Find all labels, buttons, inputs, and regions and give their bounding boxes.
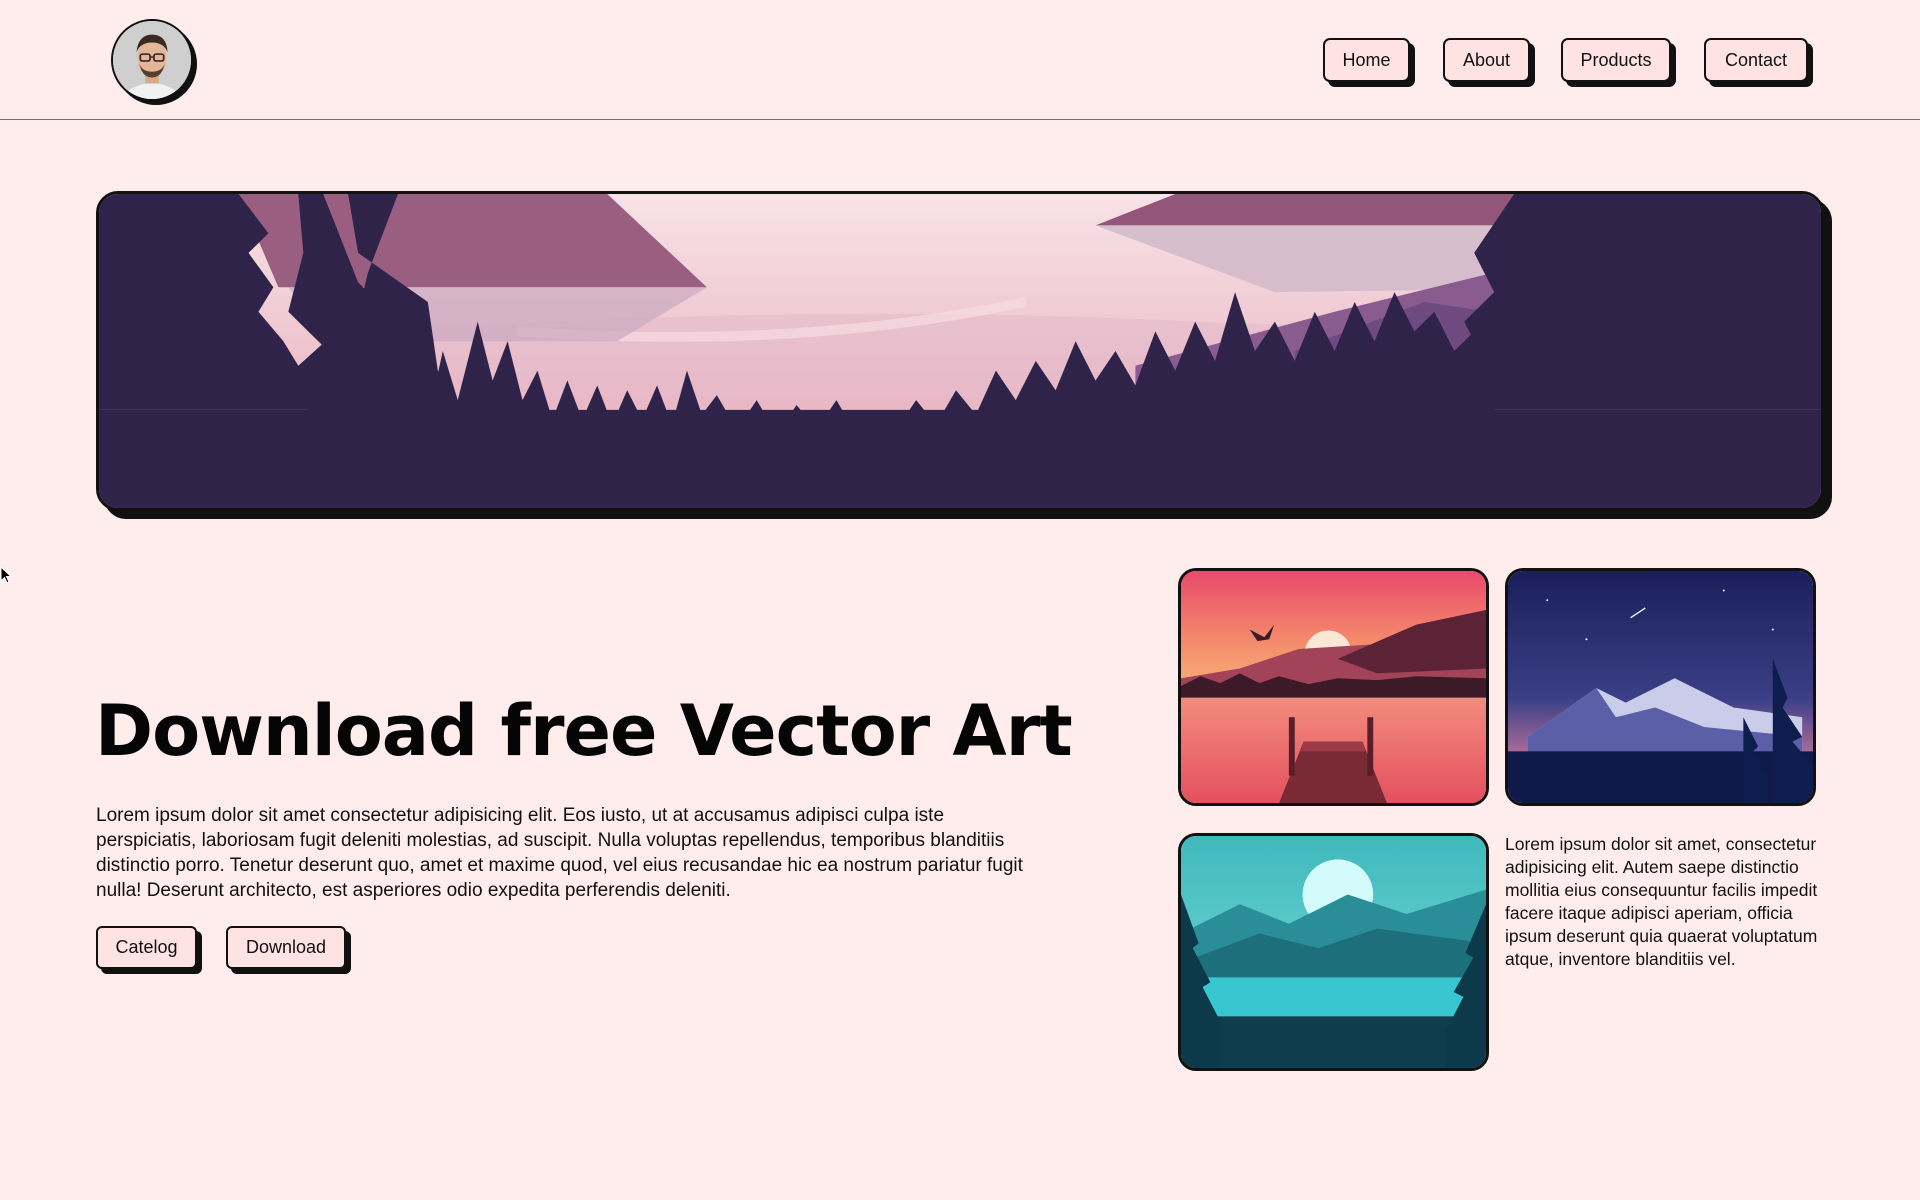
forest-lake-illustration	[99, 194, 1821, 508]
intro-paragraph: Lorem ipsum dolor sit amet consectetur a…	[96, 805, 1023, 901]
main-nav: Home About Products Contact	[0, 38, 1920, 84]
night-mountains-image	[1508, 571, 1813, 803]
sunset-pier-image	[1181, 571, 1486, 803]
gallery-tile-night[interactable]	[1505, 568, 1816, 806]
hero-banner	[96, 191, 1824, 511]
gallery-tile-teal[interactable]	[1178, 833, 1489, 1071]
nav-about-button[interactable]: About	[1443, 38, 1530, 82]
nav-contact-button[interactable]: Contact	[1704, 38, 1808, 82]
gallery-tile-sunset[interactable]	[1178, 568, 1489, 806]
download-button[interactable]: Download	[226, 926, 346, 969]
mouse-cursor-icon	[0, 566, 12, 584]
site-header: Home About Products Contact	[0, 0, 1920, 120]
page-headline: Download free Vector Art	[95, 690, 1073, 772]
nav-home-button[interactable]: Home	[1323, 38, 1410, 82]
nav-products-button[interactable]: Products	[1561, 38, 1671, 82]
gallery-side-paragraph: Lorem ipsum dolor sit amet, consectetur …	[1505, 834, 1818, 969]
catelog-button[interactable]: Catelog	[96, 926, 197, 969]
teal-moon-lake-image	[1181, 836, 1486, 1068]
